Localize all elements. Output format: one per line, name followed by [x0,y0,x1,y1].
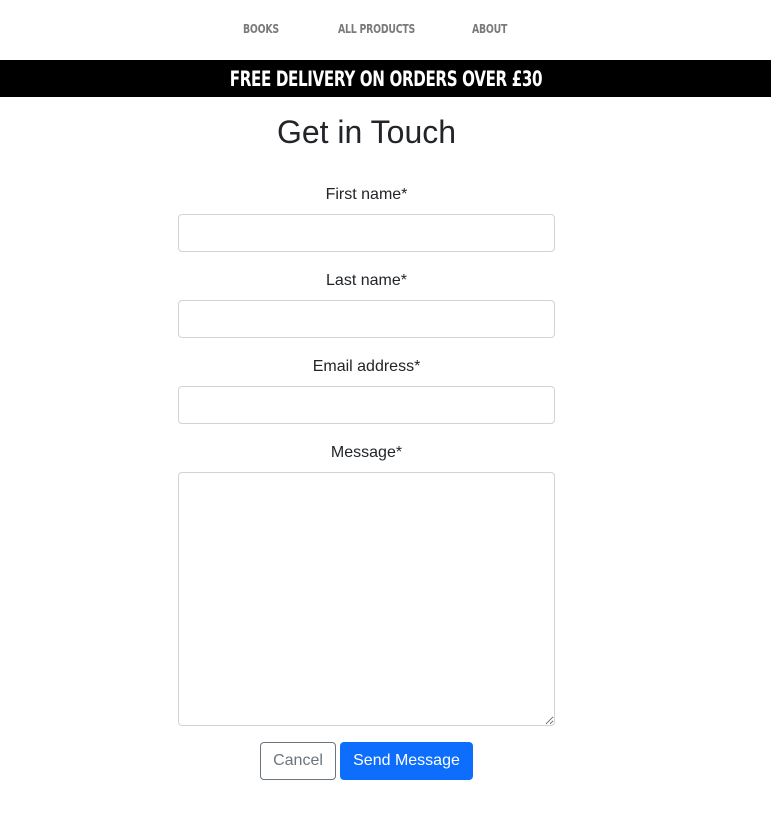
last-name-label: Last name* [326,272,407,289]
delivery-banner: FREE DELIVERY ON ORDERS OVER £30 [0,60,771,97]
nav-link-all-products[interactable]: ALL PRODUCTS [338,22,415,36]
delivery-banner-text: FREE DELIVERY ON ORDERS OVER £30 [229,66,542,91]
first-name-label: First name* [325,186,408,203]
email-address-input[interactable] [178,386,555,424]
send-message-button[interactable]: Send Message [340,742,473,780]
cancel-button[interactable]: Cancel [260,742,336,780]
top-nav: BOOKS ALL PRODUCTS ABOUT [0,0,771,60]
message-label: Message* [330,444,403,461]
first-name-input[interactable] [178,214,555,252]
email-address-label: Email address* [312,358,421,375]
message-textarea[interactable] [178,472,555,726]
nav-link-about[interactable]: ABOUT [472,22,507,36]
last-name-input[interactable] [178,300,555,338]
nav-link-books[interactable]: BOOKS [243,22,279,36]
page-title: Get in Touch [276,114,457,150]
